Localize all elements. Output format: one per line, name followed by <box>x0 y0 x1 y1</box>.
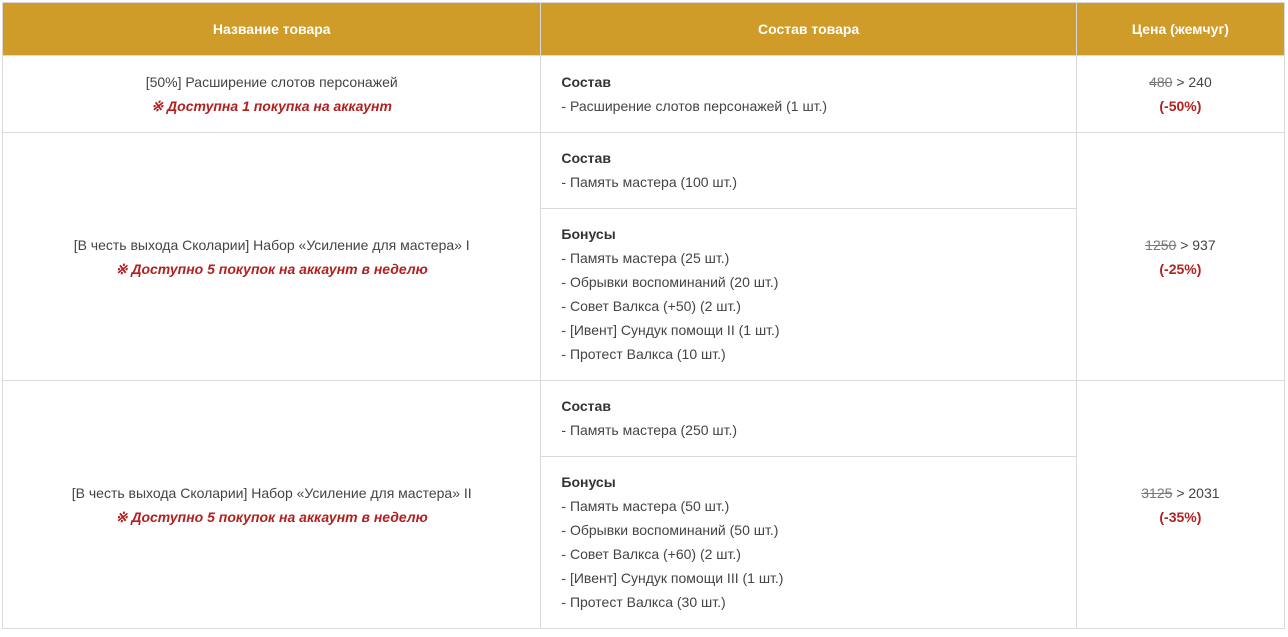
item-name: [В честь выхода Сколарии] Набор «Усилени… <box>71 484 472 501</box>
item-name: [50%] Расширение слотов персонажей <box>145 74 398 90</box>
composition-cell: Состав - Память мастера (100 шт.) Бонусы… <box>540 132 1077 381</box>
bonus-item: - Совет Валкса (+60) (2 шт.) <box>561 546 741 562</box>
composition-cell: Состав - Расширение слотов персонажей (1… <box>540 55 1077 133</box>
composition-item: - Расширение слотов персонажей (1 шт.) <box>561 98 828 114</box>
price-line: 480 > 240 <box>1077 70 1284 94</box>
header-row: Название товара Состав товара Цена (жемч… <box>1 2 1286 56</box>
new-price: > 937 <box>1180 236 1216 253</box>
composition-section: Состав - Память мастера (250 шт.) <box>541 381 1075 456</box>
bonus-item: - Память мастера (25 шт.) <box>561 250 730 266</box>
bonus-item: - Память мастера (50 шт.) <box>561 498 730 514</box>
bonus-item: - [Ивент] Сундук помощи II (1 шт.) <box>561 322 780 338</box>
discount: (-35%) <box>1159 508 1202 525</box>
reference-mark-icon: ※ <box>115 260 128 277</box>
bonus-item: - Совет Валкса (+50) (2 шт.) <box>561 298 741 314</box>
discount: (-50%) <box>1159 98 1202 114</box>
bonus-section: Бонусы - Память мастера (25 шт.) - Обрыв… <box>541 208 1076 380</box>
bonus-item: - Обрывки воспоминаний (50 шт.) <box>561 522 779 538</box>
table-row: [В честь выхода Сколарии] Набор «Усилени… <box>1 132 1286 381</box>
bonus-item: - Протест Валкса (30 шт.) <box>561 594 726 610</box>
item-name-cell: [В честь выхода Сколарии] Набор «Усилени… <box>1 132 542 381</box>
bonus-item: - [Ивент] Сундук помощи III (1 шт.) <box>561 570 784 586</box>
composition-cell: Состав - Память мастера (250 шт.) Бонусы… <box>540 380 1077 629</box>
composition-section: Состав - Память мастера (100 шт.) <box>541 133 1075 208</box>
item-name-cell: [50%] Расширение слотов персонажей ※ Дос… <box>1 55 542 133</box>
purchase-limit: ※ Доступно 5 покупок на аккаунт в неделю <box>115 508 428 525</box>
price-line: 3125 > 2031 <box>1077 481 1284 505</box>
section-title: Состав <box>561 150 611 166</box>
reference-mark-icon: ※ <box>151 98 164 114</box>
reference-mark-icon: ※ <box>115 508 128 525</box>
purchase-limit: ※ Доступно 5 покупок на аккаунт в неделю <box>115 260 428 277</box>
table-row: [В честь выхода Сколарии] Набор «Усилени… <box>1 380 1286 629</box>
section-title: Состав <box>561 74 611 90</box>
item-name: [В честь выхода Сколарии] Набор «Усилени… <box>73 236 470 253</box>
header-composition: Состав товара <box>540 2 1077 56</box>
price-line: 1250 > 937 <box>1077 233 1284 257</box>
section-title: Бонусы <box>561 226 616 242</box>
new-price: > 240 <box>1176 74 1212 90</box>
header-name: Название товара <box>1 2 542 56</box>
old-price: 1250 <box>1145 236 1177 253</box>
old-price: 480 <box>1149 74 1173 90</box>
table-row: [50%] Расширение слотов персонажей ※ Дос… <box>1 55 1286 133</box>
shop-table: Название товара Состав товара Цена (жемч… <box>1 2 1286 629</box>
old-price: 3125 <box>1141 484 1173 501</box>
section-title: Состав <box>561 398 611 414</box>
bonus-section: Бонусы - Память мастера (50 шт.) - Обрыв… <box>541 456 1076 628</box>
composition-item: - Память мастера (250 шт.) <box>561 422 738 438</box>
composition-item: - Память мастера (100 шт.) <box>561 174 738 190</box>
composition-section: Состав - Расширение слотов персонажей (1… <box>541 56 1075 132</box>
price-cell: 480 > 240 (-50%) <box>1075 55 1286 133</box>
bonus-item: - Протест Валкса (10 шт.) <box>561 346 726 362</box>
purchase-limit: ※ Доступна 1 покупка на аккаунт <box>151 98 392 114</box>
discount: (-25%) <box>1159 260 1202 277</box>
section-title: Бонусы <box>561 474 616 490</box>
header-price: Цена (жемчуг) <box>1075 2 1286 56</box>
new-price: > 2031 <box>1176 484 1220 501</box>
price-cell: 3125 > 2031 (-35%) <box>1075 380 1286 629</box>
bonus-item: - Обрывки воспоминаний (20 шт.) <box>561 274 779 290</box>
item-name-cell: [В честь выхода Сколарии] Набор «Усилени… <box>1 380 542 629</box>
price-cell: 1250 > 937 (-25%) <box>1075 132 1286 381</box>
